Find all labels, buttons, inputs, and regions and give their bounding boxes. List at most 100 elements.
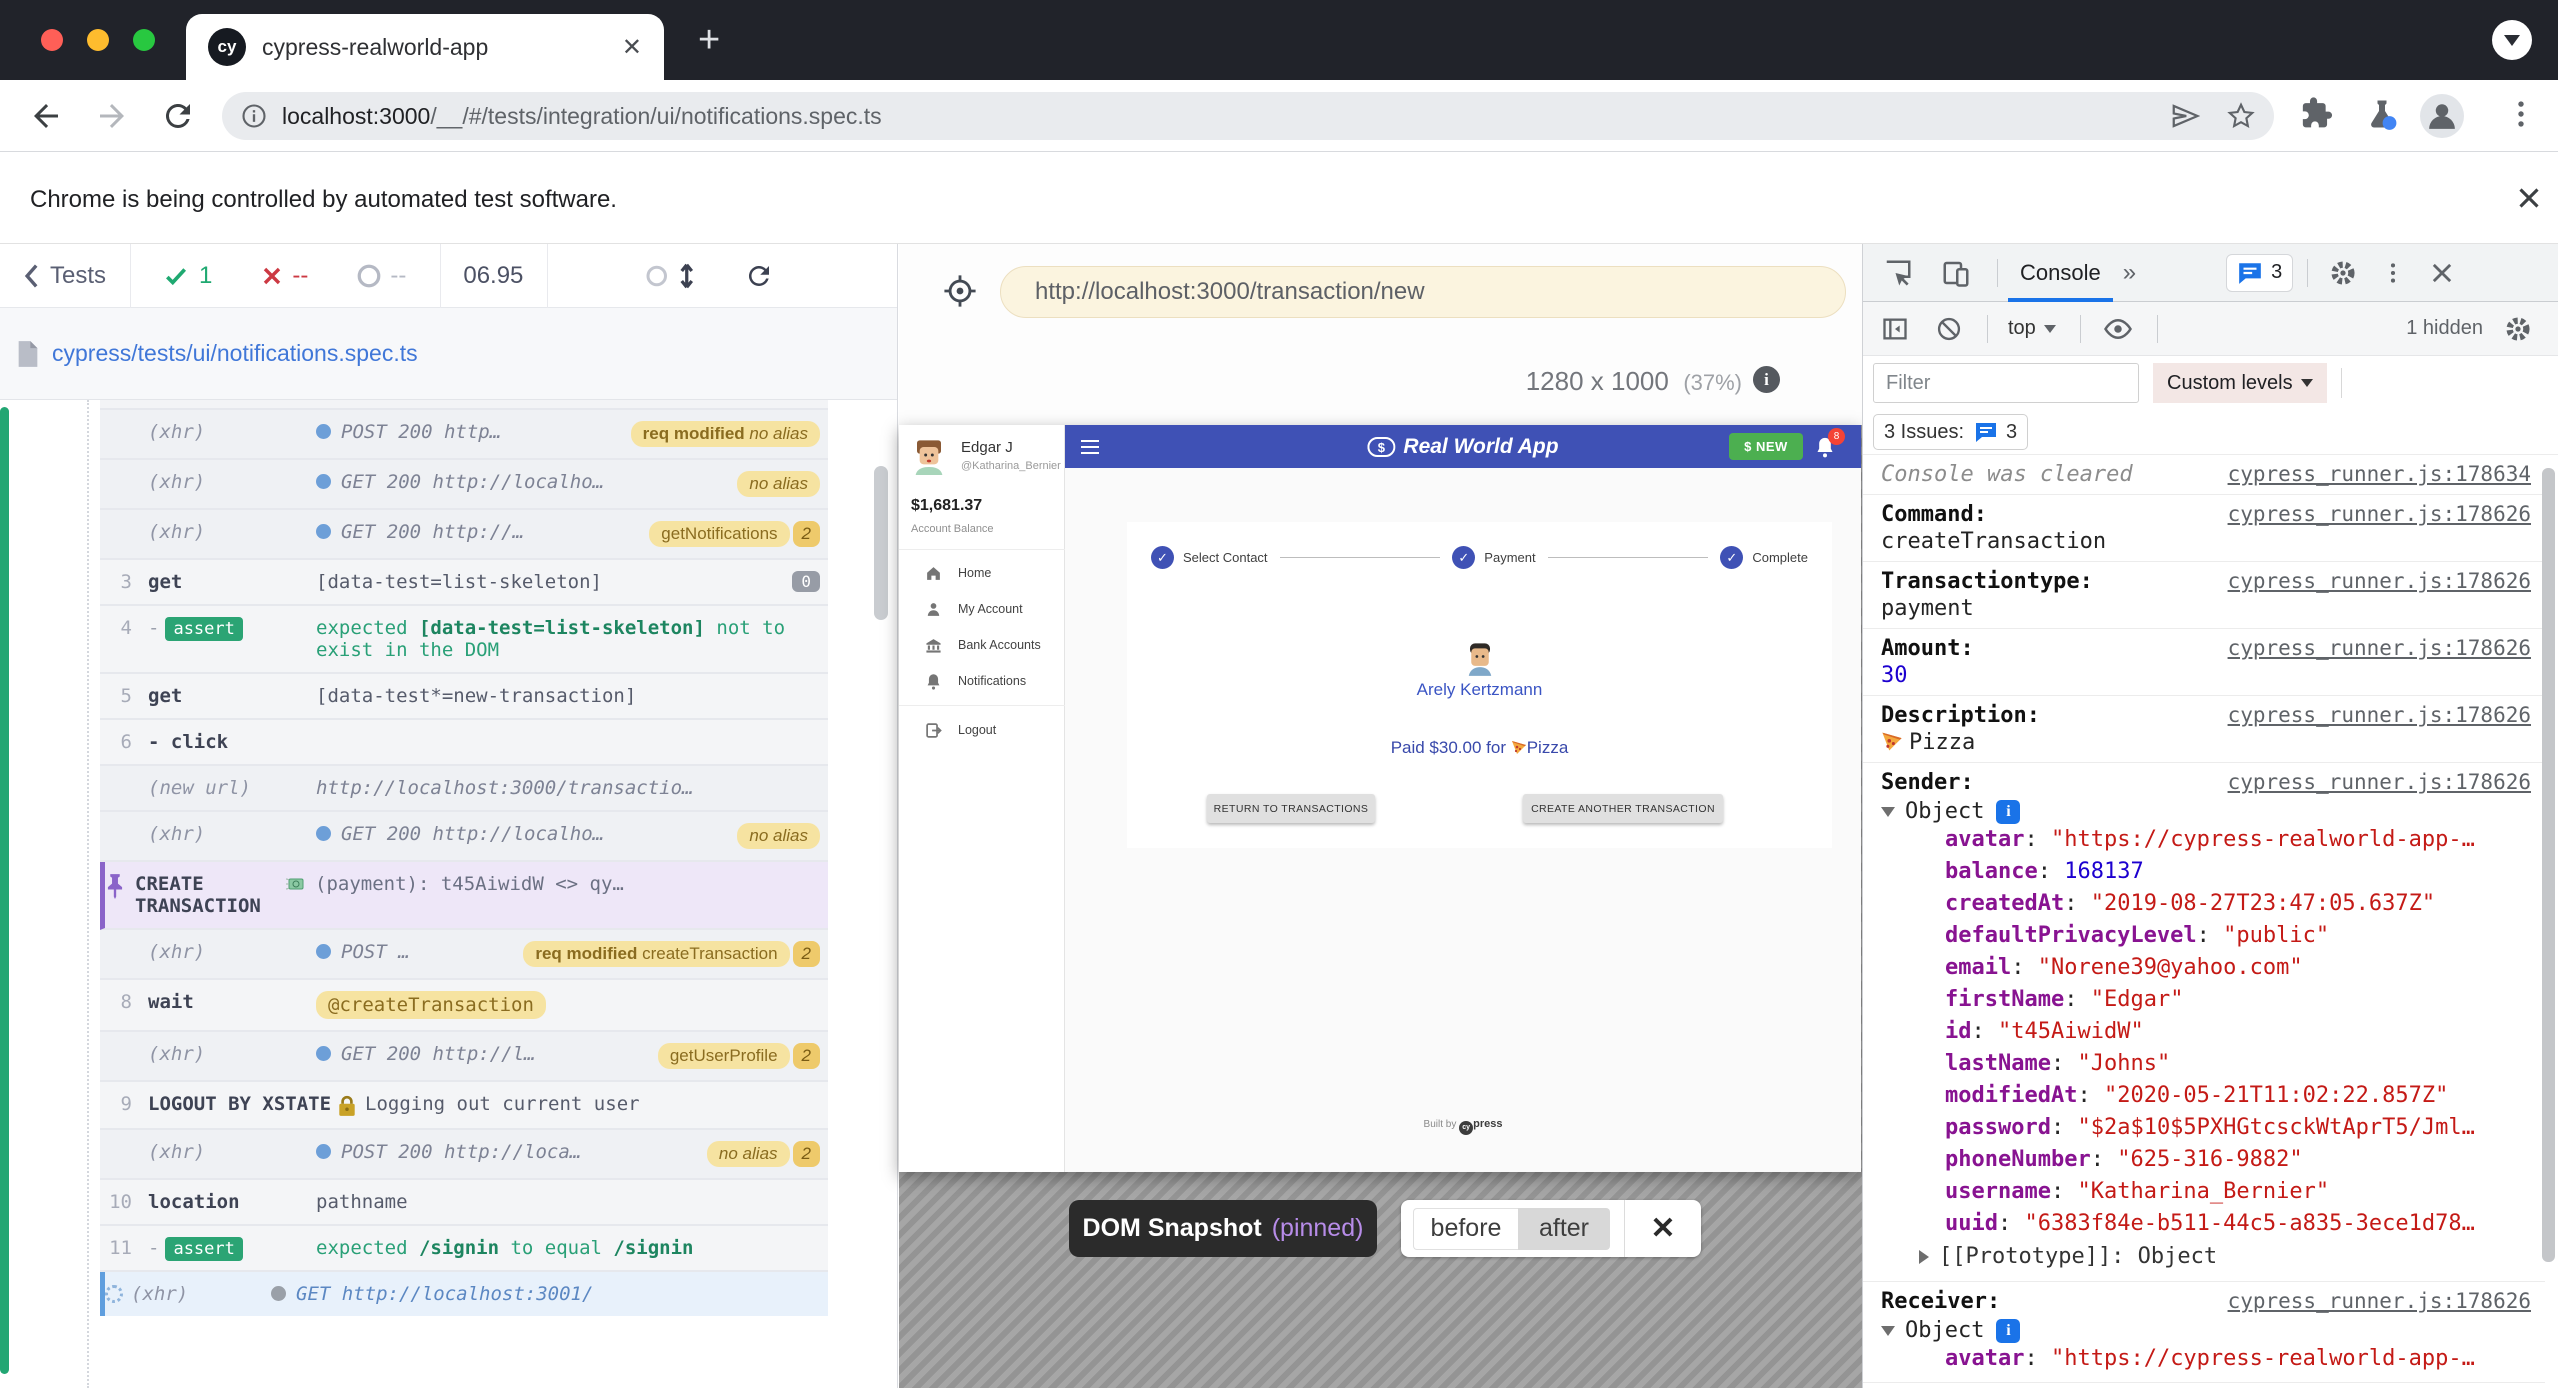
aut-url-bar[interactable]: http://localhost:3000/transaction/new <box>1000 266 1846 318</box>
command-row[interactable]: 3get[data-test=list-skeleton]0 <box>100 560 828 606</box>
page-info-icon[interactable] <box>240 102 268 130</box>
source-link[interactable]: cypress_runner.js:178626 <box>2228 502 2531 526</box>
back-to-tests-button[interactable]: Tests <box>22 262 106 290</box>
step-connector <box>1280 557 1441 559</box>
menu-icon[interactable] <box>1081 436 1099 458</box>
console-message[interactable]: cypress_runner.js:178626Amount:30 <box>1863 629 2545 696</box>
source-link[interactable]: cypress_runner.js:178634 <box>2228 462 2531 486</box>
browser-menu-icon[interactable] <box>2504 96 2538 132</box>
snapshot-after-button[interactable]: after <box>1518 1208 1610 1250</box>
inspect-element-icon[interactable] <box>1883 258 1913 288</box>
execution-context-selector[interactable]: top <box>2008 317 2056 340</box>
bell-icon <box>925 673 942 690</box>
command-row[interactable]: (xhr)GET 200 http://…getNotifications2 <box>100 510 828 560</box>
command-row[interactable]: (xhr)GET 200 http://localho…no alias <box>100 460 828 510</box>
command-row[interactable]: CREATE TRANSACTION(payment): t45AiwidW <… <box>100 862 828 930</box>
prototype-row[interactable]: [[Prototype]]: Object <box>1881 1240 2531 1274</box>
send-icon[interactable] <box>2170 101 2200 131</box>
preview-header: http://localhost:3000/transaction/new 12… <box>899 244 1862 425</box>
device-toolbar-icon[interactable] <box>1941 258 1971 288</box>
console-settings-gear-icon[interactable] <box>2503 314 2533 344</box>
sidebar-item-bank-accounts[interactable]: Bank Accounts <box>899 627 1065 663</box>
command-row[interactable]: 8wait@createTransaction <box>100 980 828 1032</box>
command-row[interactable]: (xhr)GET 200 http://l…getUserProfile2 <box>100 1032 828 1082</box>
viewport-info-icon[interactable]: i <box>1753 366 1780 393</box>
console-sidebar-toggle-icon[interactable] <box>1881 315 1909 343</box>
devtools-settings-gear-icon[interactable] <box>2328 258 2358 288</box>
object-info-icon[interactable]: i <box>1996 1319 2020 1343</box>
extensions-puzzle-icon[interactable] <box>2300 96 2336 132</box>
devtools-scrollbar[interactable] <box>2542 468 2555 1262</box>
snapshot-before-button[interactable]: before <box>1413 1208 1518 1250</box>
command-row[interactable]: (xhr)POST …req modified createTransactio… <box>100 930 828 980</box>
console-message[interactable]: cypress_runner.js:178626Description:Pizz… <box>1863 696 2545 763</box>
collapse-triangle-icon[interactable] <box>1881 807 1895 817</box>
command-row[interactable]: (xhr)POST 200 http://loca…no alias2 <box>100 1130 828 1180</box>
command-row[interactable]: 4-assertexpected [data-test=list-skeleto… <box>100 606 828 674</box>
spec-file-link[interactable]: cypress/tests/ui/notifications.spec.ts <box>52 340 418 367</box>
tab-console[interactable]: Console <box>1998 244 2123 302</box>
console-message[interactable]: cypress_runner.js:178626Receiver:Objecti… <box>1863 1282 2545 1383</box>
sidebar-item-notifications[interactable]: Notifications <box>899 663 1065 699</box>
command-row[interactable]: (xhr)GET http://localhost:3001/ <box>100 1272 828 1316</box>
devtools-close-icon[interactable] <box>2428 259 2456 287</box>
source-link[interactable]: cypress_runner.js:178626 <box>2228 569 2531 593</box>
maximize-window-button[interactable] <box>133 29 155 51</box>
tab-close-icon[interactable]: ✕ <box>622 33 642 62</box>
back-icon[interactable] <box>28 98 64 134</box>
reporter-scrollbar[interactable] <box>874 466 888 620</box>
forward-icon[interactable] <box>94 98 130 134</box>
source-link[interactable]: cypress_runner.js:178626 <box>2228 636 2531 660</box>
log-levels-dropdown[interactable]: Custom levels <box>2153 363 2327 403</box>
sidebar-user-name: Edgar J <box>961 439 1061 456</box>
command-row[interactable]: (xhr)GET 200 http://localho…no alias <box>100 812 828 862</box>
console-message[interactable]: cypress_runner.js:178634Console was clea… <box>1863 455 2545 495</box>
sidebar-item-home[interactable]: Home <box>899 555 1065 591</box>
sidebar-item-logout[interactable]: Logout <box>899 712 1065 748</box>
command-row[interactable]: 6- click <box>100 720 828 766</box>
source-link[interactable]: cypress_runner.js:178626 <box>2228 1289 2531 1313</box>
collapse-triangle-icon[interactable] <box>1881 1326 1895 1336</box>
console-message[interactable]: cypress_runner.js:178626Transactiontype:… <box>1863 562 2545 629</box>
command-row[interactable]: 11-assertexpected /signin to equal /sign… <box>100 1226 828 1272</box>
hidden-messages-label[interactable]: 1 hidden <box>2406 317 2483 340</box>
tab-search-button[interactable] <box>2492 20 2532 60</box>
auto-scroll-toggle[interactable] <box>644 261 702 291</box>
restart-tests-button[interactable] <box>744 261 774 291</box>
console-message-count[interactable]: 3 <box>2226 254 2293 292</box>
more-tabs-icon[interactable]: » <box>2123 259 2136 287</box>
return-to-transactions-button[interactable]: RETURN TO TRANSACTIONS <box>1207 794 1375 823</box>
profile-avatar[interactable] <box>2420 94 2464 138</box>
console-message[interactable]: cypress_runner.js:178626Sender:Objectiav… <box>1863 763 2545 1282</box>
receiver-name-link[interactable]: Arely Kertzmann <box>1127 680 1832 700</box>
object-info-icon[interactable]: i <box>1996 800 2020 824</box>
browser-tab[interactable]: cy cypress-realworld-app ✕ <box>186 14 664 80</box>
console-message[interactable]: cypress_runner.js:178626Command:createTr… <box>1863 495 2545 562</box>
bookmark-star-icon[interactable] <box>2226 101 2256 131</box>
source-link[interactable]: cypress_runner.js:178626 <box>2228 703 2531 727</box>
infobar-close-icon[interactable] <box>2512 181 2546 215</box>
object-property: createdAt: "2019-08-27T23:47:05.637Z" <box>1881 888 2531 920</box>
close-window-button[interactable] <box>41 29 63 51</box>
live-expression-eye-icon[interactable] <box>2103 314 2133 344</box>
snapshot-close-button[interactable]: ✕ <box>1625 1211 1701 1246</box>
filter-input[interactable]: Filter <box>1873 363 2139 403</box>
issues-button[interactable]: 3 Issues: 3 <box>1873 414 2028 450</box>
selector-playground-icon[interactable] <box>943 274 977 308</box>
command-row[interactable]: 9LOGOUT BY XSTATELogging out current use… <box>100 1082 828 1130</box>
command-row[interactable]: (new url)http://localhost:3000/transacti… <box>100 766 828 812</box>
command-row[interactable]: 10locationpathname <box>100 1180 828 1226</box>
new-tab-button[interactable]: + <box>698 22 720 58</box>
address-bar[interactable]: localhost:3000/__/#/tests/integration/ui… <box>222 92 2274 140</box>
clear-console-icon[interactable] <box>1935 315 1963 343</box>
minimize-window-button[interactable] <box>87 29 109 51</box>
source-link[interactable]: cypress_runner.js:178626 <box>2228 770 2531 794</box>
flask-icon[interactable] <box>2364 96 2400 132</box>
new-transaction-button[interactable]: $ NEW <box>1729 433 1803 460</box>
devtools-menu-icon[interactable] <box>2380 258 2406 288</box>
create-another-transaction-button[interactable]: CREATE ANOTHER TRANSACTION <box>1523 794 1723 823</box>
command-row[interactable]: (xhr)POST 200 http…req modified no alias <box>100 410 828 460</box>
sidebar-item-my-account[interactable]: My Account <box>899 591 1065 627</box>
reload-icon[interactable] <box>160 98 196 134</box>
command-row[interactable]: 5get[data-test*=new-transaction] <box>100 674 828 720</box>
